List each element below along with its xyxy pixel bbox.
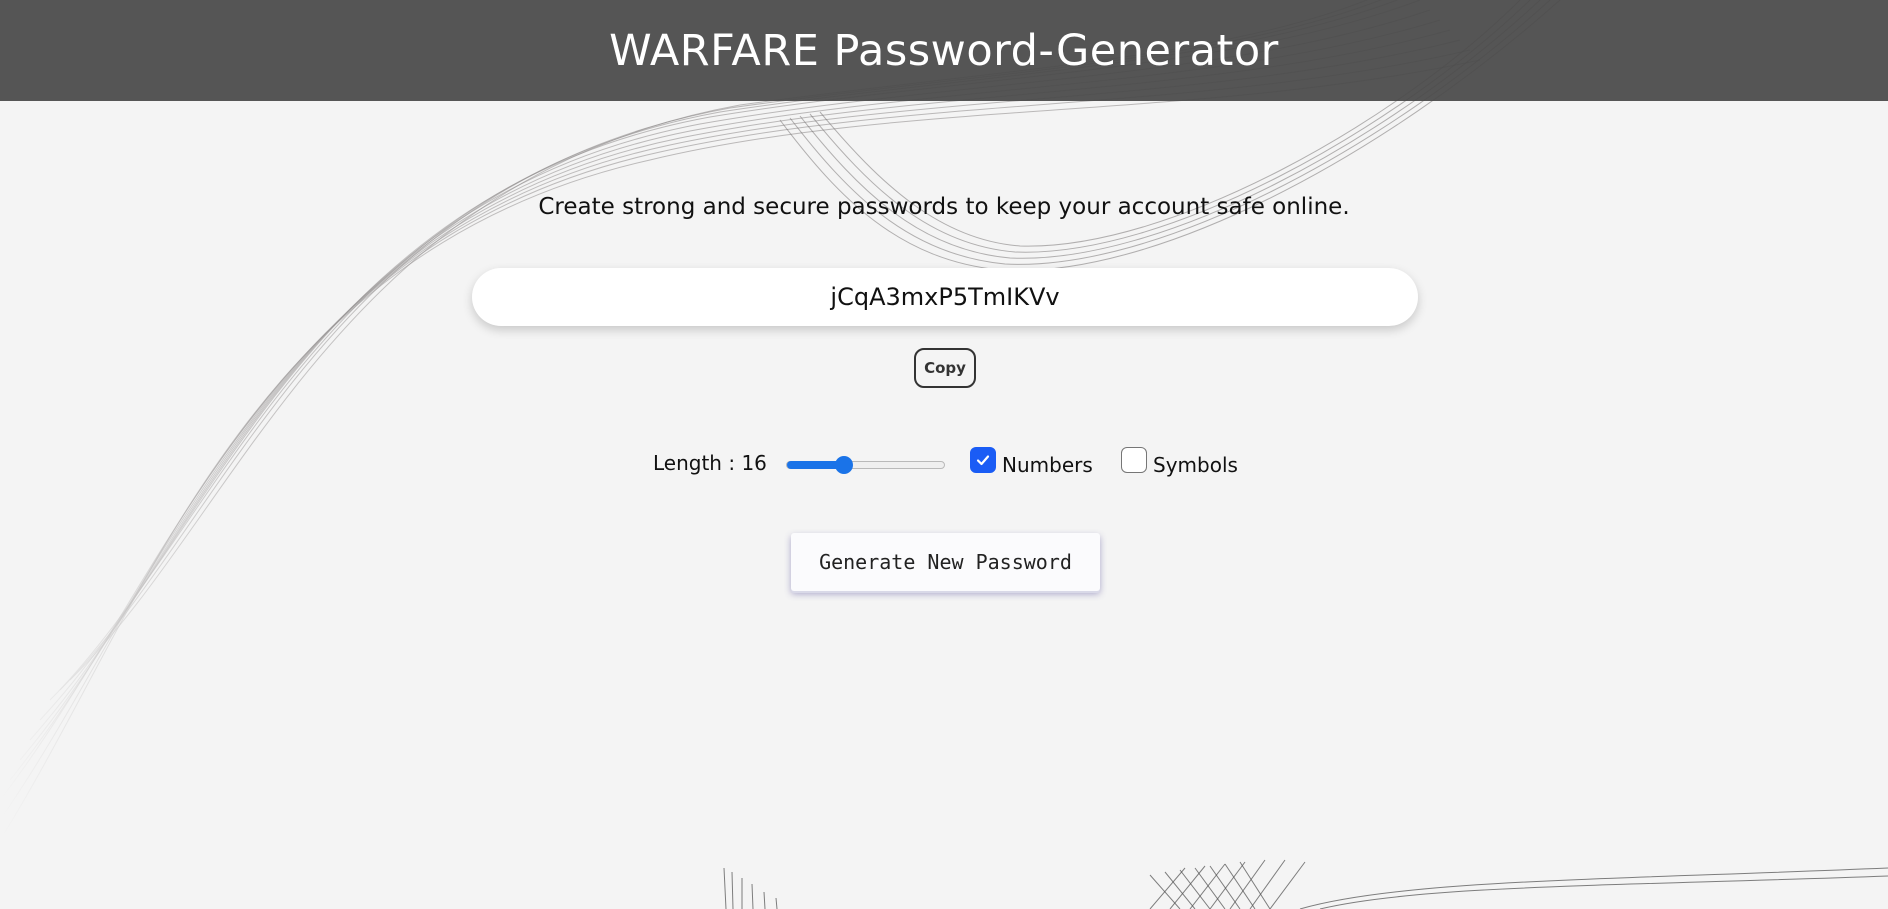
page-title: WARFARE Password-Generator xyxy=(609,25,1279,76)
options-row: Length : 16 Numbers Symbols xyxy=(0,445,1888,481)
copy-button[interactable]: Copy xyxy=(914,348,976,388)
symbols-checkbox[interactable] xyxy=(1121,447,1147,473)
length-label: Length : 16 xyxy=(653,451,767,475)
app-header: WARFARE Password-Generator xyxy=(0,0,1888,101)
numbers-checkbox[interactable] xyxy=(970,447,996,473)
tagline: Create strong and secure passwords to ke… xyxy=(538,194,1350,220)
length-slider[interactable] xyxy=(786,456,945,474)
checkmark-icon xyxy=(976,455,990,466)
password-text: jCqA3mxP5TmIKVv xyxy=(830,283,1060,311)
password-output[interactable]: jCqA3mxP5TmIKVv xyxy=(472,268,1418,326)
generate-password-button[interactable]: Generate New Password xyxy=(791,533,1100,591)
generator-panel: Create strong and secure passwords to ke… xyxy=(0,101,1888,909)
length-slider-thumb[interactable] xyxy=(834,456,853,474)
numbers-label[interactable]: Numbers xyxy=(1002,453,1093,477)
symbols-label[interactable]: Symbols xyxy=(1153,453,1238,477)
